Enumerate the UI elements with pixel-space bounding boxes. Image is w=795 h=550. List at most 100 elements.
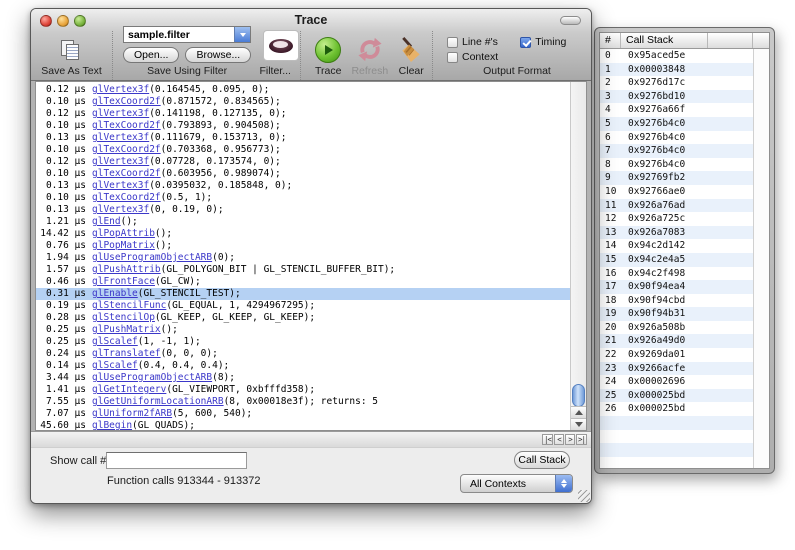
line-numbers-checkbox[interactable]: Line #'s xyxy=(447,36,498,48)
context-checkbox[interactable]: Context xyxy=(447,51,498,63)
function-name-link[interactable]: glStencilOp xyxy=(92,312,155,323)
function-name-link[interactable]: glEnd xyxy=(92,216,121,227)
call-stack-row[interactable]: 1 0x00003848 xyxy=(600,63,753,77)
trace-call-row[interactable]: 0.28 µsglStencilOp(GL_KEEP, GL_KEEP, GL_… xyxy=(36,312,570,324)
trace-call-row[interactable]: 0.14 µsglScalef(0.4, 0.4, 0.4); xyxy=(36,360,570,372)
trace-call-row[interactable]: 0.24 µsglTranslatef(0, 0, 0); xyxy=(36,348,570,360)
column-header-number[interactable]: # xyxy=(600,33,621,48)
trace-call-row[interactable]: 0.76 µsglPopMatrix(); xyxy=(36,240,570,252)
trace-call-row[interactable]: 1.41 µsglGetIntegerv(GL_VIEWPORT, 0xbfff… xyxy=(36,384,570,396)
function-name-link[interactable]: glStencilFunc xyxy=(92,300,166,311)
trace-call-row[interactable]: 14.42 µsglPopAttrib(); xyxy=(36,228,570,240)
trace-button[interactable]: Trace xyxy=(315,37,341,77)
function-name-link[interactable]: glVertex3f xyxy=(92,180,149,191)
show-call-input[interactable] xyxy=(106,452,247,469)
trace-call-row[interactable]: 0.10 µsglTexCoord2f(0.703368, 0.956773); xyxy=(36,144,570,156)
call-stack-row[interactable]: 13 0x926a7083 xyxy=(600,226,753,240)
function-name-link[interactable]: glTexCoord2f xyxy=(92,96,161,107)
call-stack-row[interactable]: 15 0x94c2e4a5 xyxy=(600,253,753,267)
combobox-dropdown-button[interactable] xyxy=(234,27,250,42)
trace-call-row[interactable]: 0.13 µsglVertex3f(0.111679, 0.153713, 0)… xyxy=(36,132,570,144)
function-name-link[interactable]: glGetIntegerv xyxy=(92,384,166,395)
trace-call-row[interactable]: 7.07 µsglUniform2fARB(5, 600, 540); xyxy=(36,408,570,420)
function-name-link[interactable]: glVertex3f xyxy=(92,84,149,95)
trace-call-row[interactable]: 1.94 µsglUseProgramObjectARB(0); xyxy=(36,252,570,264)
call-stack-row[interactable]: 21 0x926a49d0 xyxy=(600,334,753,348)
call-stack-row[interactable]: 14 0x94c2d142 xyxy=(600,239,753,253)
call-stack-button[interactable]: Call Stack xyxy=(514,451,570,469)
scroll-up-button[interactable] xyxy=(571,406,586,418)
function-name-link[interactable]: glVertex3f xyxy=(92,132,149,143)
trace-call-row[interactable]: 0.12 µsglVertex3f(0.07728, 0.173574, 0); xyxy=(36,156,570,168)
call-stack-row[interactable]: 9 0x92769fb2 xyxy=(600,171,753,185)
call-stack-row[interactable]: 10 0x92766ae0 xyxy=(600,185,753,199)
function-name-link[interactable]: glTexCoord2f xyxy=(92,168,161,179)
call-stack-row[interactable]: 16 0x94c2f498 xyxy=(600,267,753,281)
call-stack-row[interactable]: 19 0x90f94b31 xyxy=(600,307,753,321)
function-name-link[interactable]: glVertex3f xyxy=(92,156,149,167)
trace-call-row[interactable]: 0.13 µsglVertex3f(0.0395032, 0.185848, 0… xyxy=(36,180,570,192)
trace-call-row[interactable]: 0.10 µsglTexCoord2f(0.871572, 0.834565); xyxy=(36,96,570,108)
go-first-button[interactable]: |< xyxy=(542,434,553,445)
function-name-link[interactable]: glPopMatrix xyxy=(92,240,155,251)
call-stack-row[interactable]: 17 0x90f94ea4 xyxy=(600,280,753,294)
function-name-link[interactable]: glUseProgramObjectARB xyxy=(92,372,212,383)
trace-call-row[interactable]: 0.12 µsglVertex3f(0.141198, 0.127135, 0)… xyxy=(36,108,570,120)
function-name-link[interactable]: glScalef xyxy=(92,360,138,371)
trace-call-row[interactable]: 0.10 µsglTexCoord2f(0.5, 1); xyxy=(36,192,570,204)
trace-call-row[interactable]: 1.57 µsglPushAttrib(GL_POLYGON_BIT | GL_… xyxy=(36,264,570,276)
call-stack-row[interactable]: 24 0x00002696 xyxy=(600,375,753,389)
function-name-link[interactable]: glPushAttrib xyxy=(92,264,161,275)
function-name-link[interactable]: glFrontFace xyxy=(92,276,155,287)
trace-call-row[interactable]: 45.60 µsglBegin(GL_QUADS); xyxy=(36,420,570,430)
function-name-link[interactable]: glUseProgramObjectARB xyxy=(92,252,212,263)
contexts-popup[interactable]: All Contexts xyxy=(460,474,573,493)
resize-grip[interactable] xyxy=(578,490,590,502)
go-next-button[interactable]: > xyxy=(565,434,575,445)
vertical-scrollbar[interactable] xyxy=(570,82,586,430)
go-last-button[interactable]: >| xyxy=(576,434,587,445)
call-stack-row[interactable]: 7 0x9276b4c0 xyxy=(600,144,753,158)
trace-call-row[interactable]: 0.25 µsglScalef(1, -1, 1); xyxy=(36,336,570,348)
call-stack-row[interactable]: 4 0x9276a66f xyxy=(600,103,753,117)
function-name-link[interactable]: glScalef xyxy=(92,336,138,347)
trace-call-row[interactable]: 0.12 µsglVertex3f(0.164545, 0.095, 0); xyxy=(36,84,570,96)
call-stack-row[interactable]: 20 0x926a508b xyxy=(600,321,753,335)
save-as-text-button[interactable]: Save As Text xyxy=(41,40,102,77)
call-stack-row[interactable]: 26 0x000025bd xyxy=(600,402,753,416)
function-name-link[interactable]: glUniform2fARB xyxy=(92,408,172,419)
column-header-call-stack[interactable]: Call Stack xyxy=(621,33,708,48)
trace-call-row[interactable]: 0.31 µsglEnable(GL_STENCIL_TEST); xyxy=(36,288,570,300)
call-stack-scrollbar-track[interactable] xyxy=(753,49,769,469)
function-name-link[interactable]: glTexCoord2f xyxy=(92,144,161,155)
call-stack-row[interactable]: 3 0x9276bd10 xyxy=(600,90,753,104)
trace-call-row[interactable]: 0.10 µsglTexCoord2f(0.603956, 0.989074); xyxy=(36,168,570,180)
function-name-link[interactable]: glBegin xyxy=(92,420,132,430)
trace-call-row[interactable]: 1.21 µsglEnd(); xyxy=(36,216,570,228)
function-name-link[interactable]: glEnable xyxy=(92,288,138,299)
trace-call-row[interactable]: 3.44 µsglUseProgramObjectARB(8); xyxy=(36,372,570,384)
timing-checkbox[interactable]: Timing xyxy=(520,36,566,48)
call-stack-row[interactable]: 5 0x9276b4c0 xyxy=(600,117,753,131)
function-name-link[interactable]: glTranslatef xyxy=(92,348,161,359)
function-name-link[interactable]: glTexCoord2f xyxy=(92,192,161,203)
clear-button[interactable]: Clear xyxy=(398,36,424,77)
go-previous-button[interactable]: < xyxy=(554,434,564,445)
call-stack-row[interactable]: 6 0x9276b4c0 xyxy=(600,131,753,145)
trace-call-row[interactable]: 0.13 µsglVertex3f(0, 0.19, 0); xyxy=(36,204,570,216)
function-name-link[interactable]: glPushMatrix xyxy=(92,324,161,335)
scrollbar-thumb[interactable] xyxy=(572,384,585,407)
function-name-link[interactable]: glVertex3f xyxy=(92,204,149,215)
function-name-link[interactable]: glPopAttrib xyxy=(92,228,155,239)
toolbar-toggle-button[interactable] xyxy=(560,16,581,25)
call-stack-row[interactable]: 22 0x9269da01 xyxy=(600,348,753,362)
filter-combobox[interactable]: sample.filter xyxy=(123,26,251,43)
trace-call-row[interactable]: 0.10 µsglTexCoord2f(0.793893, 0.904508); xyxy=(36,120,570,132)
refresh-button[interactable]: Refresh xyxy=(351,36,388,77)
call-stack-row[interactable]: 12 0x926a725c xyxy=(600,212,753,226)
column-header-blank[interactable] xyxy=(708,33,753,48)
call-stack-row[interactable]: 11 0x926a76ad xyxy=(600,199,753,213)
open-button[interactable]: Open... xyxy=(123,47,179,63)
call-stack-row[interactable]: 23 0x9266acfe xyxy=(600,362,753,376)
trace-call-row[interactable]: 0.25 µsglPushMatrix(); xyxy=(36,324,570,336)
